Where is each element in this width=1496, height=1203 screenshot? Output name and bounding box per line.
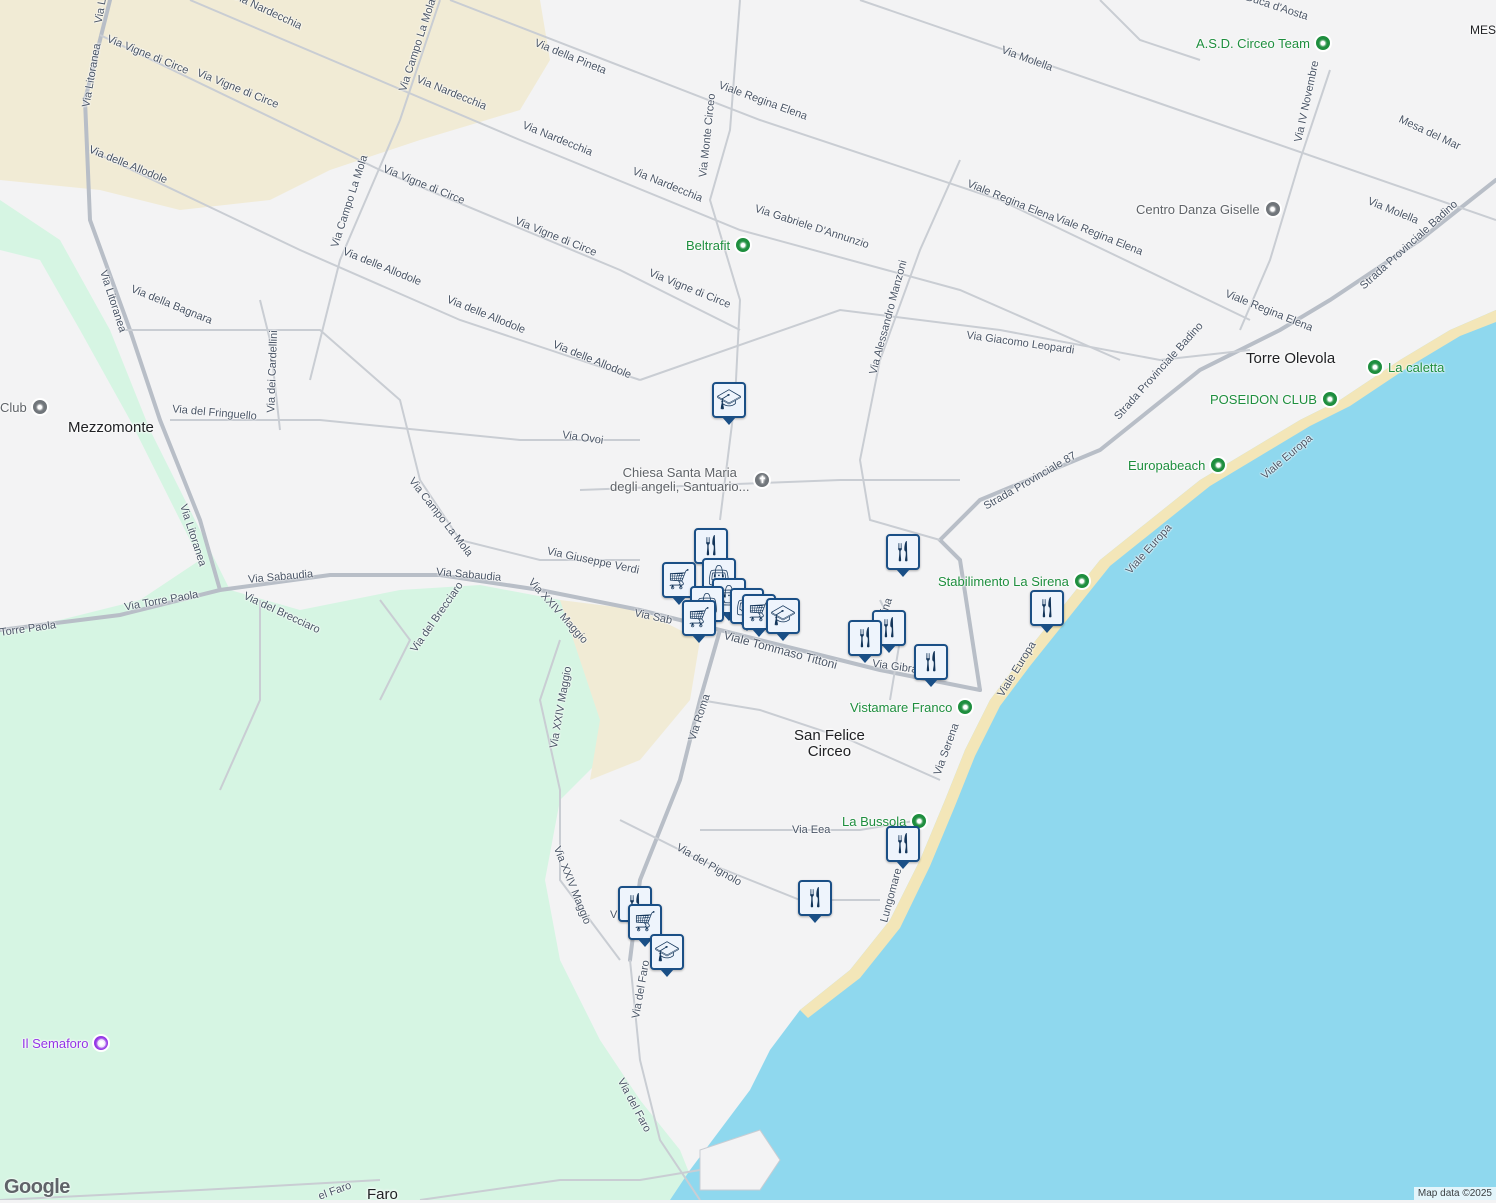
- school-icon: 🎓︎: [654, 941, 680, 963]
- church-icon: ✝: [753, 471, 772, 489]
- town-label: Torre Olevola: [1246, 350, 1336, 367]
- restaurant-icon: 🍴︎: [698, 535, 724, 557]
- beach-icon: ●: [1320, 390, 1339, 408]
- poi-beach[interactable]: Vistamare Franco ●: [850, 698, 975, 716]
- town-label: Mezzomonte: [68, 419, 154, 436]
- restaurant-icon: 🍴︎: [890, 541, 916, 563]
- poi-label: Stabilimento La Sirena: [938, 573, 1069, 589]
- school-icon: 🎓︎: [716, 389, 742, 411]
- school-icon: 🎓︎: [770, 605, 796, 627]
- poi-place[interactable]: Club ●: [0, 398, 49, 416]
- poi-label: Vistamare Franco: [850, 699, 953, 715]
- town-label: San Felice Circeo: [794, 727, 865, 760]
- poi-church[interactable]: Chiesa Santa Maria degli angeli, Santuar…: [610, 465, 772, 494]
- beach-icon: ●: [956, 698, 975, 716]
- shopping-cart-icon: 🛒︎: [632, 911, 658, 933]
- fitness-icon: ●: [1313, 34, 1332, 52]
- poi-label: A.S.D. Circeo Team: [1196, 35, 1310, 51]
- poi-beach[interactable]: POSEIDON CLUB ●: [1210, 390, 1339, 408]
- camera-icon: ◉: [92, 1034, 111, 1052]
- poi-label: Europabeach: [1128, 457, 1206, 473]
- shopping-cart-icon: 🛒︎: [686, 607, 712, 629]
- restaurant-marker[interactable]: 🍴︎: [1030, 590, 1064, 633]
- poi-attraction[interactable]: Il Semaforo ◉: [22, 1034, 111, 1052]
- restaurant-icon: 🍴︎: [890, 833, 916, 855]
- place-icon: ●: [1263, 200, 1282, 218]
- school-marker[interactable]: 🎓︎: [766, 598, 800, 641]
- poi-beach[interactable]: ● La caletta: [1366, 358, 1444, 376]
- beach-icon: ●: [1072, 572, 1091, 590]
- grocery-marker[interactable]: 🛒︎: [682, 600, 716, 643]
- poi-label: La caletta: [1388, 359, 1445, 375]
- poi-beach[interactable]: Europabeach ●: [1128, 456, 1228, 474]
- poi-fitness[interactable]: Beltrafit ●: [686, 236, 753, 254]
- restaurant-marker[interactable]: 🍴︎: [798, 880, 832, 923]
- restaurant-marker[interactable]: 🍴︎: [886, 534, 920, 577]
- school-marker[interactable]: 🎓︎: [712, 382, 746, 425]
- poi-label: Centro Danza Giselle: [1136, 201, 1260, 217]
- poi-label: Il Semaforo: [22, 1035, 89, 1051]
- poi-label: Beltrafit: [686, 237, 731, 253]
- beach-icon: ●: [1366, 358, 1384, 376]
- restaurant-icon: 🍴︎: [852, 627, 878, 649]
- place-icon: ●: [30, 398, 49, 416]
- beach-icon: ●: [1209, 456, 1228, 474]
- restaurant-marker[interactable]: 🍴︎: [914, 644, 948, 687]
- poi-label: POSEIDON CLUB: [1210, 391, 1317, 407]
- town-label: MES: [1470, 23, 1496, 37]
- poi-label: Chiesa Santa Maria degli angeli, Santuar…: [610, 465, 750, 494]
- restaurant-marker[interactable]: 🍴︎: [848, 620, 882, 663]
- poi-beach[interactable]: Stabilimento La Sirena ●: [938, 572, 1091, 590]
- map-attribution[interactable]: Map data ©2025: [1413, 1187, 1496, 1200]
- restaurant-icon: 🍴︎: [918, 651, 944, 673]
- restaurant-icon: 🍴︎: [1034, 597, 1060, 619]
- restaurant-icon: 🍴︎: [802, 887, 828, 909]
- restaurant-marker[interactable]: 🍴︎: [886, 826, 920, 869]
- road-label: V: [610, 909, 618, 921]
- road-label: Via Eea: [792, 824, 831, 836]
- poi-fitness[interactable]: A.S.D. Circeo Team ●: [1196, 34, 1332, 52]
- poi-place[interactable]: Centro Danza Giselle ●: [1136, 200, 1282, 218]
- fitness-icon: ●: [734, 236, 753, 254]
- poi-label: Club: [0, 399, 27, 415]
- google-logo[interactable]: Google: [4, 1176, 70, 1199]
- school-marker[interactable]: 🎓︎: [650, 934, 684, 977]
- shopping-cart-icon: 🛒︎: [666, 569, 692, 591]
